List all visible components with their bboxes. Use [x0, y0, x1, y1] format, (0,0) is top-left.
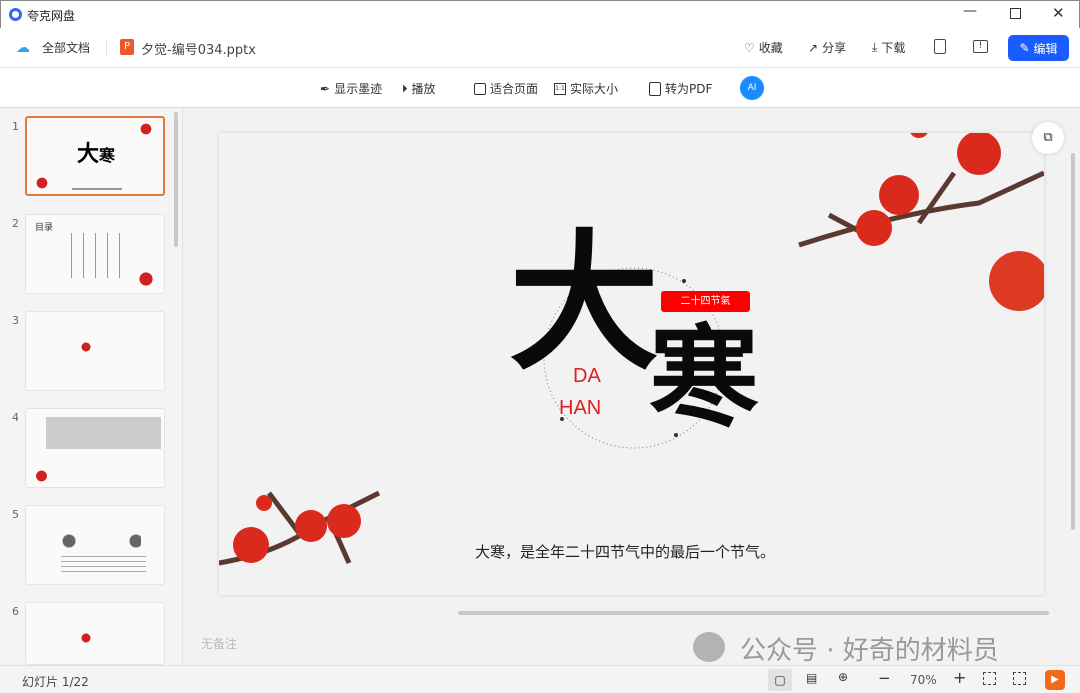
fit-page-button[interactable]: 适合页面 [474, 80, 538, 97]
thumb-text [61, 556, 146, 574]
thumb-caption-line [72, 188, 122, 190]
to-pdf-button[interactable]: 转为PDF [649, 80, 712, 97]
plum-branch-top-right [798, 133, 1044, 311]
slide-thumb-1[interactable]: 大寒 [25, 116, 165, 196]
close-button[interactable]: ✕ [1052, 4, 1065, 22]
show-ink-label: 显示墨迹 [334, 82, 383, 96]
flower-decoration [29, 468, 54, 484]
notes-view-button[interactable]: ▢ [768, 669, 792, 691]
all-docs-link[interactable]: ☁ 全部文档 [16, 39, 90, 56]
slide-number: 6 [12, 605, 19, 618]
slide-thumb-2[interactable]: 目录 [25, 214, 165, 294]
feedback-icon[interactable]: ! [973, 40, 988, 53]
fit-page-label: 适合页面 [490, 82, 539, 96]
zoom-out-button[interactable]: − [878, 669, 891, 687]
status-bar: 幻灯片 1/22 ▢ ▤ ⊕ − 70% + ▶ [0, 665, 1080, 693]
outline-view-icon[interactable]: ▤ [806, 671, 817, 685]
notes-placeholder[interactable]: 无备注 [201, 635, 237, 652]
all-docs-label: 全部文档 [42, 41, 91, 55]
slide-thumbnail-panel: 1 大寒 2 目录 3 4 5 6 [0, 108, 183, 665]
thumb-lines [71, 233, 126, 278]
edit-button[interactable]: ✎ 编辑 [1008, 35, 1069, 61]
actual-size-icon: 1:1 [554, 82, 566, 95]
slide-thumb-4[interactable] [25, 408, 165, 488]
horizontal-scrollbar[interactable] [458, 611, 1049, 615]
vertical-scrollbar[interactable] [1071, 153, 1075, 530]
slide-counter: 幻灯片 1/22 [22, 675, 89, 689]
slide-number: 1 [12, 120, 19, 133]
slide-thumb-5[interactable] [25, 505, 165, 585]
flower-decoration [135, 122, 157, 136]
watermark: 公众号 · 好奇的材料员 [740, 636, 999, 666]
play-slideshow-button[interactable]: ▶ [1045, 670, 1065, 690]
plum-branch-bottom-left [219, 490, 381, 566]
file-name: 夕觉-编号034.pptx [141, 43, 256, 58]
fit-screen-icon[interactable] [983, 672, 996, 685]
slide-number: 5 [12, 508, 19, 521]
play-button[interactable]: ⏵ 播放 [402, 80, 436, 97]
flower-decoration [76, 340, 96, 354]
title-char-han: 寒 [649, 313, 759, 442]
flower-decoration [76, 631, 96, 645]
download-label: 下载 [881, 41, 906, 55]
flower-decoration [31, 176, 53, 190]
fullscreen-icon[interactable] [1013, 672, 1026, 685]
play-label: 播放 [411, 82, 436, 96]
ai-button[interactable]: AI [740, 76, 764, 100]
zoom-level: 70% [910, 673, 937, 687]
title-char-da: 大 [509, 215, 660, 391]
show-ink-button[interactable]: ✒ 显示墨迹 [320, 80, 382, 97]
slide-number: 4 [12, 411, 19, 424]
pinyin-da: DA [573, 365, 601, 387]
download-icon: ⤓ [872, 40, 878, 54]
slide-canvas: 大 寒 二十四节氣 DA HAN 大寒，是全年二十四节气中的最后一个节气。 [219, 133, 1044, 595]
feather-icon: ✒ [320, 81, 331, 96]
thumb-image [46, 417, 161, 449]
pinyin-han: HAN [559, 397, 602, 419]
cloud-icon: ☁ [16, 39, 30, 56]
fit-page-icon [474, 82, 486, 95]
download-button[interactable]: ⤓ 下载 [872, 39, 905, 56]
app-title: 夸克网盘 [27, 9, 76, 23]
globe-icon[interactable]: ⊕ [838, 670, 848, 684]
minimize-button[interactable]: — [963, 3, 977, 19]
slide-thumb-6[interactable] [25, 602, 165, 665]
flower-decoration [131, 269, 161, 289]
pencil-icon: ✎ [1019, 41, 1030, 55]
slide-options-button[interactable]: ⧉ [1032, 122, 1064, 154]
actual-size-button[interactable]: 1:1 实际大小 [554, 80, 618, 97]
zoom-in-button[interactable]: + [953, 668, 966, 687]
maximize-button[interactable] [1010, 8, 1021, 19]
favorite-button[interactable]: ♡ 收藏 [744, 39, 783, 56]
wechat-icon [693, 632, 725, 662]
thumb-circles [61, 534, 141, 548]
edit-label: 编辑 [1033, 41, 1058, 56]
thumb-title: 大寒 [77, 142, 116, 167]
solar-term-badge: 二十四节氣 [661, 291, 750, 312]
slide-caption: 大寒，是全年二十四节气中的最后一个节气。 [475, 543, 776, 561]
slide-thumb-3[interactable] [25, 311, 165, 391]
slide-number: 2 [12, 217, 19, 230]
export-icon[interactable] [934, 39, 946, 54]
play-icon: ⏵ [402, 81, 408, 95]
ai-label: AI [747, 83, 757, 93]
pptx-file-icon: P [120, 39, 134, 55]
favorite-label: 收藏 [758, 41, 783, 55]
pdf-icon [649, 81, 661, 96]
ring-dot [682, 279, 686, 283]
share-icon: ↗ [808, 40, 819, 55]
to-pdf-label: 转为PDF [665, 82, 713, 96]
thumb-title: 目录 [35, 223, 54, 233]
share-label: 分享 [822, 41, 847, 55]
slide-number: 3 [12, 314, 19, 327]
share-button[interactable]: ↗ 分享 [808, 39, 846, 56]
thumbnail-scrollbar[interactable] [174, 112, 178, 247]
title-bar: 夸克网盘 — ✕ [0, 0, 1080, 28]
toolbar: ✒ 显示墨迹 ⏵ 播放 适合页面 1:1 实际大小 转为PDF AI [0, 68, 1080, 108]
app-logo-icon [9, 8, 22, 21]
heart-icon: ♡ [744, 40, 755, 55]
divider [106, 40, 107, 56]
header: ☁ 全部文档 P 夕觉-编号034.pptx ♡ 收藏 ↗ 分享 ⤓ 下载 ! ✎ 编辑 [0, 28, 1080, 68]
actual-size-label: 实际大小 [570, 82, 619, 96]
